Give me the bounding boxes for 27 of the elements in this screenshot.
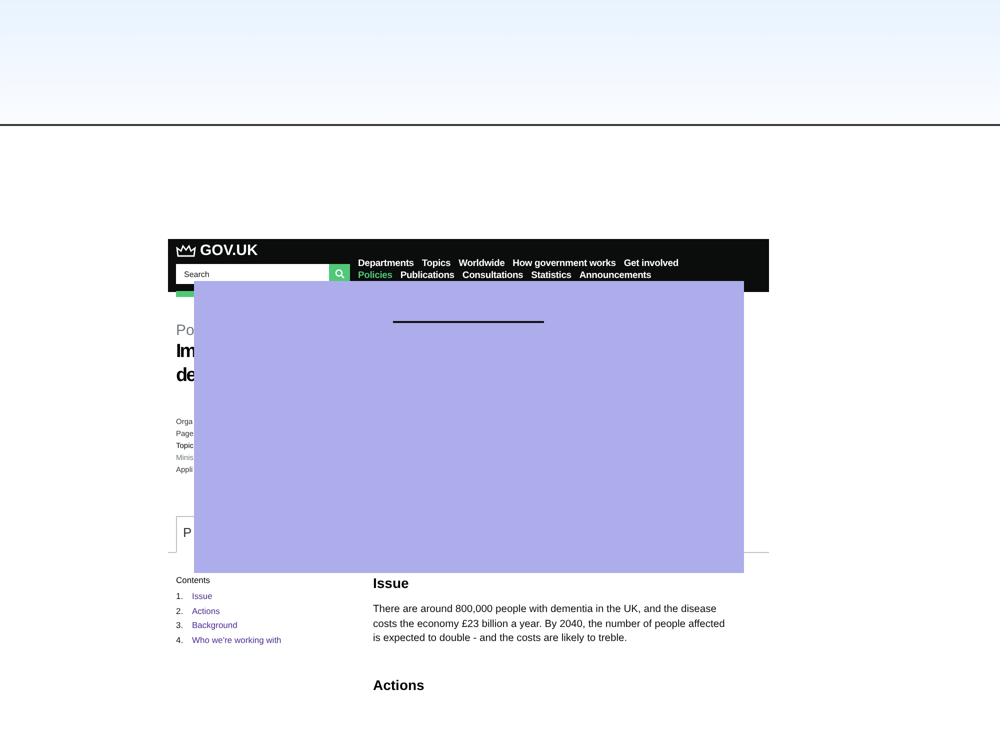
- contents-link[interactable]: Issue: [192, 589, 212, 604]
- nav-link[interactable]: Worldwide: [458, 258, 505, 270]
- nav-link[interactable]: Get involved: [624, 258, 678, 270]
- nav-link[interactable]: How government works: [512, 258, 616, 270]
- section-paragraph: There are around 800,000 people with dementia in the UK, and the disease costs the economy £23 billion a year. By 2040, the number of people affected is expected to double - and the costs are likely to treble.: [373, 603, 726, 646]
- search-icon: [334, 269, 344, 279]
- page-kicker: Po: [176, 322, 196, 340]
- section-heading: Issue: [373, 575, 410, 591]
- nav-link[interactable]: Policies: [358, 270, 392, 282]
- header-stripe: [176, 291, 194, 297]
- section-heading: Actions: [373, 676, 426, 692]
- item-number: 3.: [176, 619, 184, 632]
- nav-link[interactable]: Announcements: [579, 270, 652, 282]
- site-logo[interactable]: GOV.UK: [200, 242, 258, 259]
- nav-link[interactable]: Departments: [358, 258, 414, 270]
- contents-link[interactable]: Actions: [192, 604, 220, 618]
- contents-heading: Contents: [176, 575, 212, 585]
- nav-link[interactable]: Topics: [422, 258, 451, 270]
- item-number: 2.: [176, 604, 184, 618]
- item-number: 4.: [176, 634, 184, 646]
- nav-link[interactable]: Consultations: [462, 270, 524, 282]
- nav-link[interactable]: Statistics: [531, 270, 572, 282]
- contents-link[interactable]: Who we’re working with: [192, 632, 282, 647]
- item-number: 1.: [176, 590, 184, 603]
- crown-icon: [176, 244, 196, 258]
- contents-link[interactable]: Background: [192, 618, 238, 632]
- nav-link[interactable]: Publications: [400, 270, 454, 282]
